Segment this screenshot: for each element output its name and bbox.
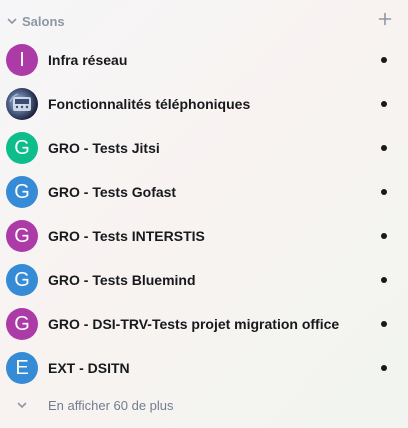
room-avatar: G	[6, 264, 38, 296]
show-more-button[interactable]: En afficher 60 de plus	[0, 390, 408, 420]
room-item[interactable]: G GRO - Tests Bluemind	[0, 258, 408, 302]
unread-indicator	[381, 101, 387, 107]
chevron-down-icon	[17, 402, 27, 408]
room-avatar: G	[6, 176, 38, 208]
unread-indicator	[381, 145, 387, 151]
unread-indicator	[381, 233, 387, 239]
room-item[interactable]: I Infra réseau	[0, 38, 408, 82]
section-title: Salons	[22, 13, 65, 29]
room-name: GRO - Tests INTERSTIS	[48, 228, 205, 244]
room-item[interactable]: G GRO - Tests INTERSTIS	[0, 214, 408, 258]
unread-indicator	[381, 277, 387, 283]
room-item[interactable]: G GRO - DSI-TRV-Tests projet migration of…	[0, 302, 408, 346]
room-list: I Infra réseau Fonctionnalités téléphoniqu…	[0, 38, 408, 390]
unread-indicator	[381, 321, 387, 327]
unread-indicator	[381, 365, 387, 371]
room-name: Fonctionnalités téléphoniques	[48, 96, 251, 112]
room-avatar-picture	[9, 93, 31, 111]
room-item[interactable]: G GRO - Tests Gofast	[0, 170, 408, 214]
room-avatar: G	[6, 308, 38, 340]
plus-icon[interactable]	[378, 12, 392, 26]
room-avatar-image	[6, 88, 38, 120]
rooms-panel: Salons I Infra réseau Fonctionnalités télé…	[0, 0, 408, 428]
show-more-label: En afficher 60 de plus	[48, 397, 174, 413]
room-avatar: E	[6, 352, 38, 384]
unread-indicator	[381, 57, 387, 63]
room-avatar: G	[6, 132, 38, 164]
room-name: GRO - Tests Gofast	[48, 184, 177, 200]
room-avatar: I	[6, 44, 38, 76]
room-name: GRO - Tests Jitsi	[48, 140, 160, 156]
room-avatar: G	[6, 220, 38, 252]
room-item[interactable]: Fonctionnalités téléphoniques	[0, 82, 408, 126]
room-name: Infra réseau	[48, 52, 128, 68]
room-name: EXT - DSITN	[48, 360, 130, 376]
room-item[interactable]: G GRO - Tests Jitsi	[0, 126, 408, 170]
room-name: GRO - DSI-TRV-Tests projet migration off…	[48, 316, 340, 332]
unread-indicator	[381, 189, 387, 195]
section-header: Salons	[0, 0, 408, 42]
chevron-down-icon	[7, 18, 17, 24]
room-name: GRO - Tests Bluemind	[48, 272, 196, 288]
room-item[interactable]: E EXT - DSITN	[0, 346, 408, 390]
section-toggle[interactable]: Salons	[6, 14, 65, 29]
